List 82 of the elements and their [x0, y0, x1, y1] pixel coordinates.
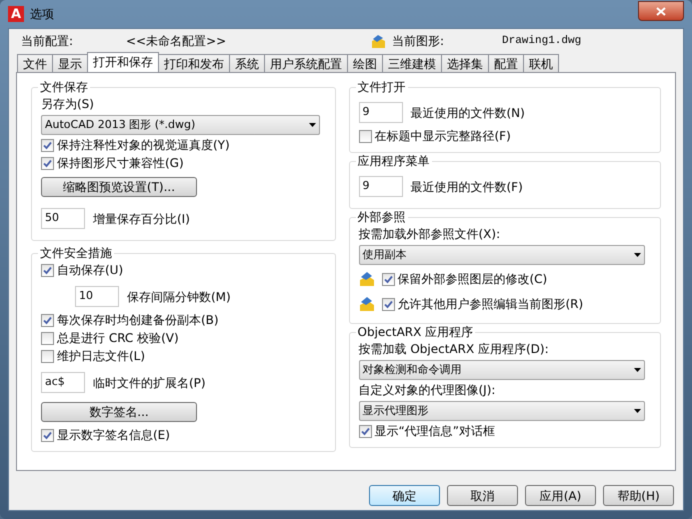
checkbox[interactable]: [41, 264, 54, 277]
field-label: 保存间隔分钟数(M): [127, 288, 231, 306]
checkbox-label: 保持图形尺寸兼容性(G): [57, 156, 184, 171]
tab[interactable]: 用户系统配置: [264, 54, 348, 72]
checkbox[interactable]: [41, 157, 54, 170]
close-button[interactable]: [638, 1, 684, 21]
window-title: 选项: [30, 6, 54, 23]
checkbox[interactable]: [41, 429, 54, 442]
dropdown-value: 显示代理图形: [362, 402, 428, 419]
tab[interactable]: 显示: [52, 54, 88, 72]
number-field[interactable]: 10: [75, 286, 119, 307]
checkbox-label: 显示数字签名信息(E): [57, 428, 170, 443]
checkbox-label: 显示“代理信息”对话框: [374, 424, 495, 439]
group-title: 文件保存: [38, 79, 90, 95]
number-field[interactable]: ac$: [41, 372, 85, 393]
group-title: 外部参照: [356, 209, 408, 225]
checkbox[interactable]: [41, 350, 54, 363]
checkbox[interactable]: [41, 314, 54, 327]
checkbox[interactable]: [382, 298, 394, 310]
group-title: ObjectARX 应用程序: [356, 324, 476, 340]
checkbox-label: 自动保存(U): [57, 263, 124, 278]
checkbox-label: 维护日志文件(L): [57, 349, 146, 364]
tab[interactable]: 打开和保存: [87, 52, 159, 72]
caret-icon: [634, 368, 641, 372]
checkbox[interactable]: [358, 425, 372, 438]
checkbox-label: 每次保存时均创建备份副本(B): [57, 313, 219, 328]
group-title: 应用程序菜单: [356, 153, 432, 169]
field-label: 另存为(S): [41, 97, 95, 112]
checkbox-label: 在标题中显示完整路径(F): [374, 129, 511, 144]
checkbox[interactable]: [358, 130, 372, 143]
number-field[interactable]: 9: [358, 176, 402, 197]
tab[interactable]: 三维建模: [382, 54, 442, 72]
tab[interactable]: 联机: [523, 54, 559, 72]
checkbox[interactable]: [41, 139, 54, 152]
tab[interactable]: 选择集: [441, 54, 489, 72]
number-field[interactable]: 9: [358, 102, 402, 123]
dialog-button[interactable]: 取消: [447, 485, 518, 506]
profile-value: <<未命名配置>>: [126, 33, 228, 50]
dropdown-value: 使用副本: [362, 246, 406, 263]
tab[interactable]: 打印和发布: [158, 54, 230, 72]
field-label: 按需加载外部参照文件(X):: [358, 227, 502, 242]
dropdown-value: AutoCAD 2013 图形 (*.dwg): [45, 116, 196, 133]
app-icon: A: [8, 6, 24, 22]
drawing-icon: [371, 34, 386, 48]
field-label: 自定义对象的代理图像(J):: [358, 383, 496, 398]
field-label: 最近使用的文件数(N): [410, 104, 525, 122]
tab[interactable]: 系统: [229, 54, 265, 72]
field-label: 临时文件的扩展名(P): [93, 374, 206, 392]
settings-button[interactable]: 数字签名...: [41, 402, 197, 422]
layers-icon: [358, 296, 374, 312]
tab[interactable]: 配置: [488, 54, 524, 72]
dropdown[interactable]: 对象检测和命令调用: [358, 360, 645, 380]
checkbox-label: 总是进行 CRC 校验(V): [57, 331, 179, 346]
drawing-value: Drawing1.dwg: [502, 34, 582, 49]
caret-icon: [634, 409, 641, 413]
dialog-button[interactable]: 确定: [369, 485, 440, 506]
checkbox[interactable]: [41, 332, 54, 345]
settings-button[interactable]: 缩略图预览设置(T)...: [41, 177, 197, 197]
group-title: 文件打开: [356, 79, 408, 95]
caret-icon: [634, 253, 641, 257]
dropdown[interactable]: 使用副本: [358, 245, 645, 265]
dialog-button[interactable]: 应用(A): [525, 485, 596, 506]
checkbox-label: 允许其他用户参照编辑当前图形(R): [398, 296, 584, 312]
tab[interactable]: 文件: [17, 54, 53, 72]
dropdown-value: 对象检测和命令调用: [362, 362, 462, 378]
drawing-label: 当前图形:: [392, 33, 446, 50]
close-icon: [656, 6, 666, 16]
profile-label: 当前配置:: [21, 33, 74, 50]
tab[interactable]: 绘图: [347, 54, 383, 72]
dropdown[interactable]: 显示代理图形: [358, 401, 645, 421]
group-title: 文件安全措施: [38, 245, 114, 261]
checkbox-label: 保留外部参照图层的修改(C): [398, 272, 548, 286]
number-field[interactable]: 50: [41, 208, 85, 229]
checkbox[interactable]: [382, 272, 394, 286]
caret-icon: [308, 123, 316, 127]
field-label: 增量保存百分比(I): [93, 210, 190, 228]
field-label: 最近使用的文件数(F): [410, 178, 523, 196]
field-label: 按需加载 ObjectARX 应用程序(D):: [358, 342, 550, 357]
layers-icon: [358, 271, 374, 287]
dialog-button[interactable]: 帮助(H): [603, 485, 674, 506]
dropdown[interactable]: AutoCAD 2013 图形 (*.dwg): [41, 115, 320, 135]
checkbox-label: 保持注释性对象的视觉逼真度(Y): [57, 138, 230, 153]
